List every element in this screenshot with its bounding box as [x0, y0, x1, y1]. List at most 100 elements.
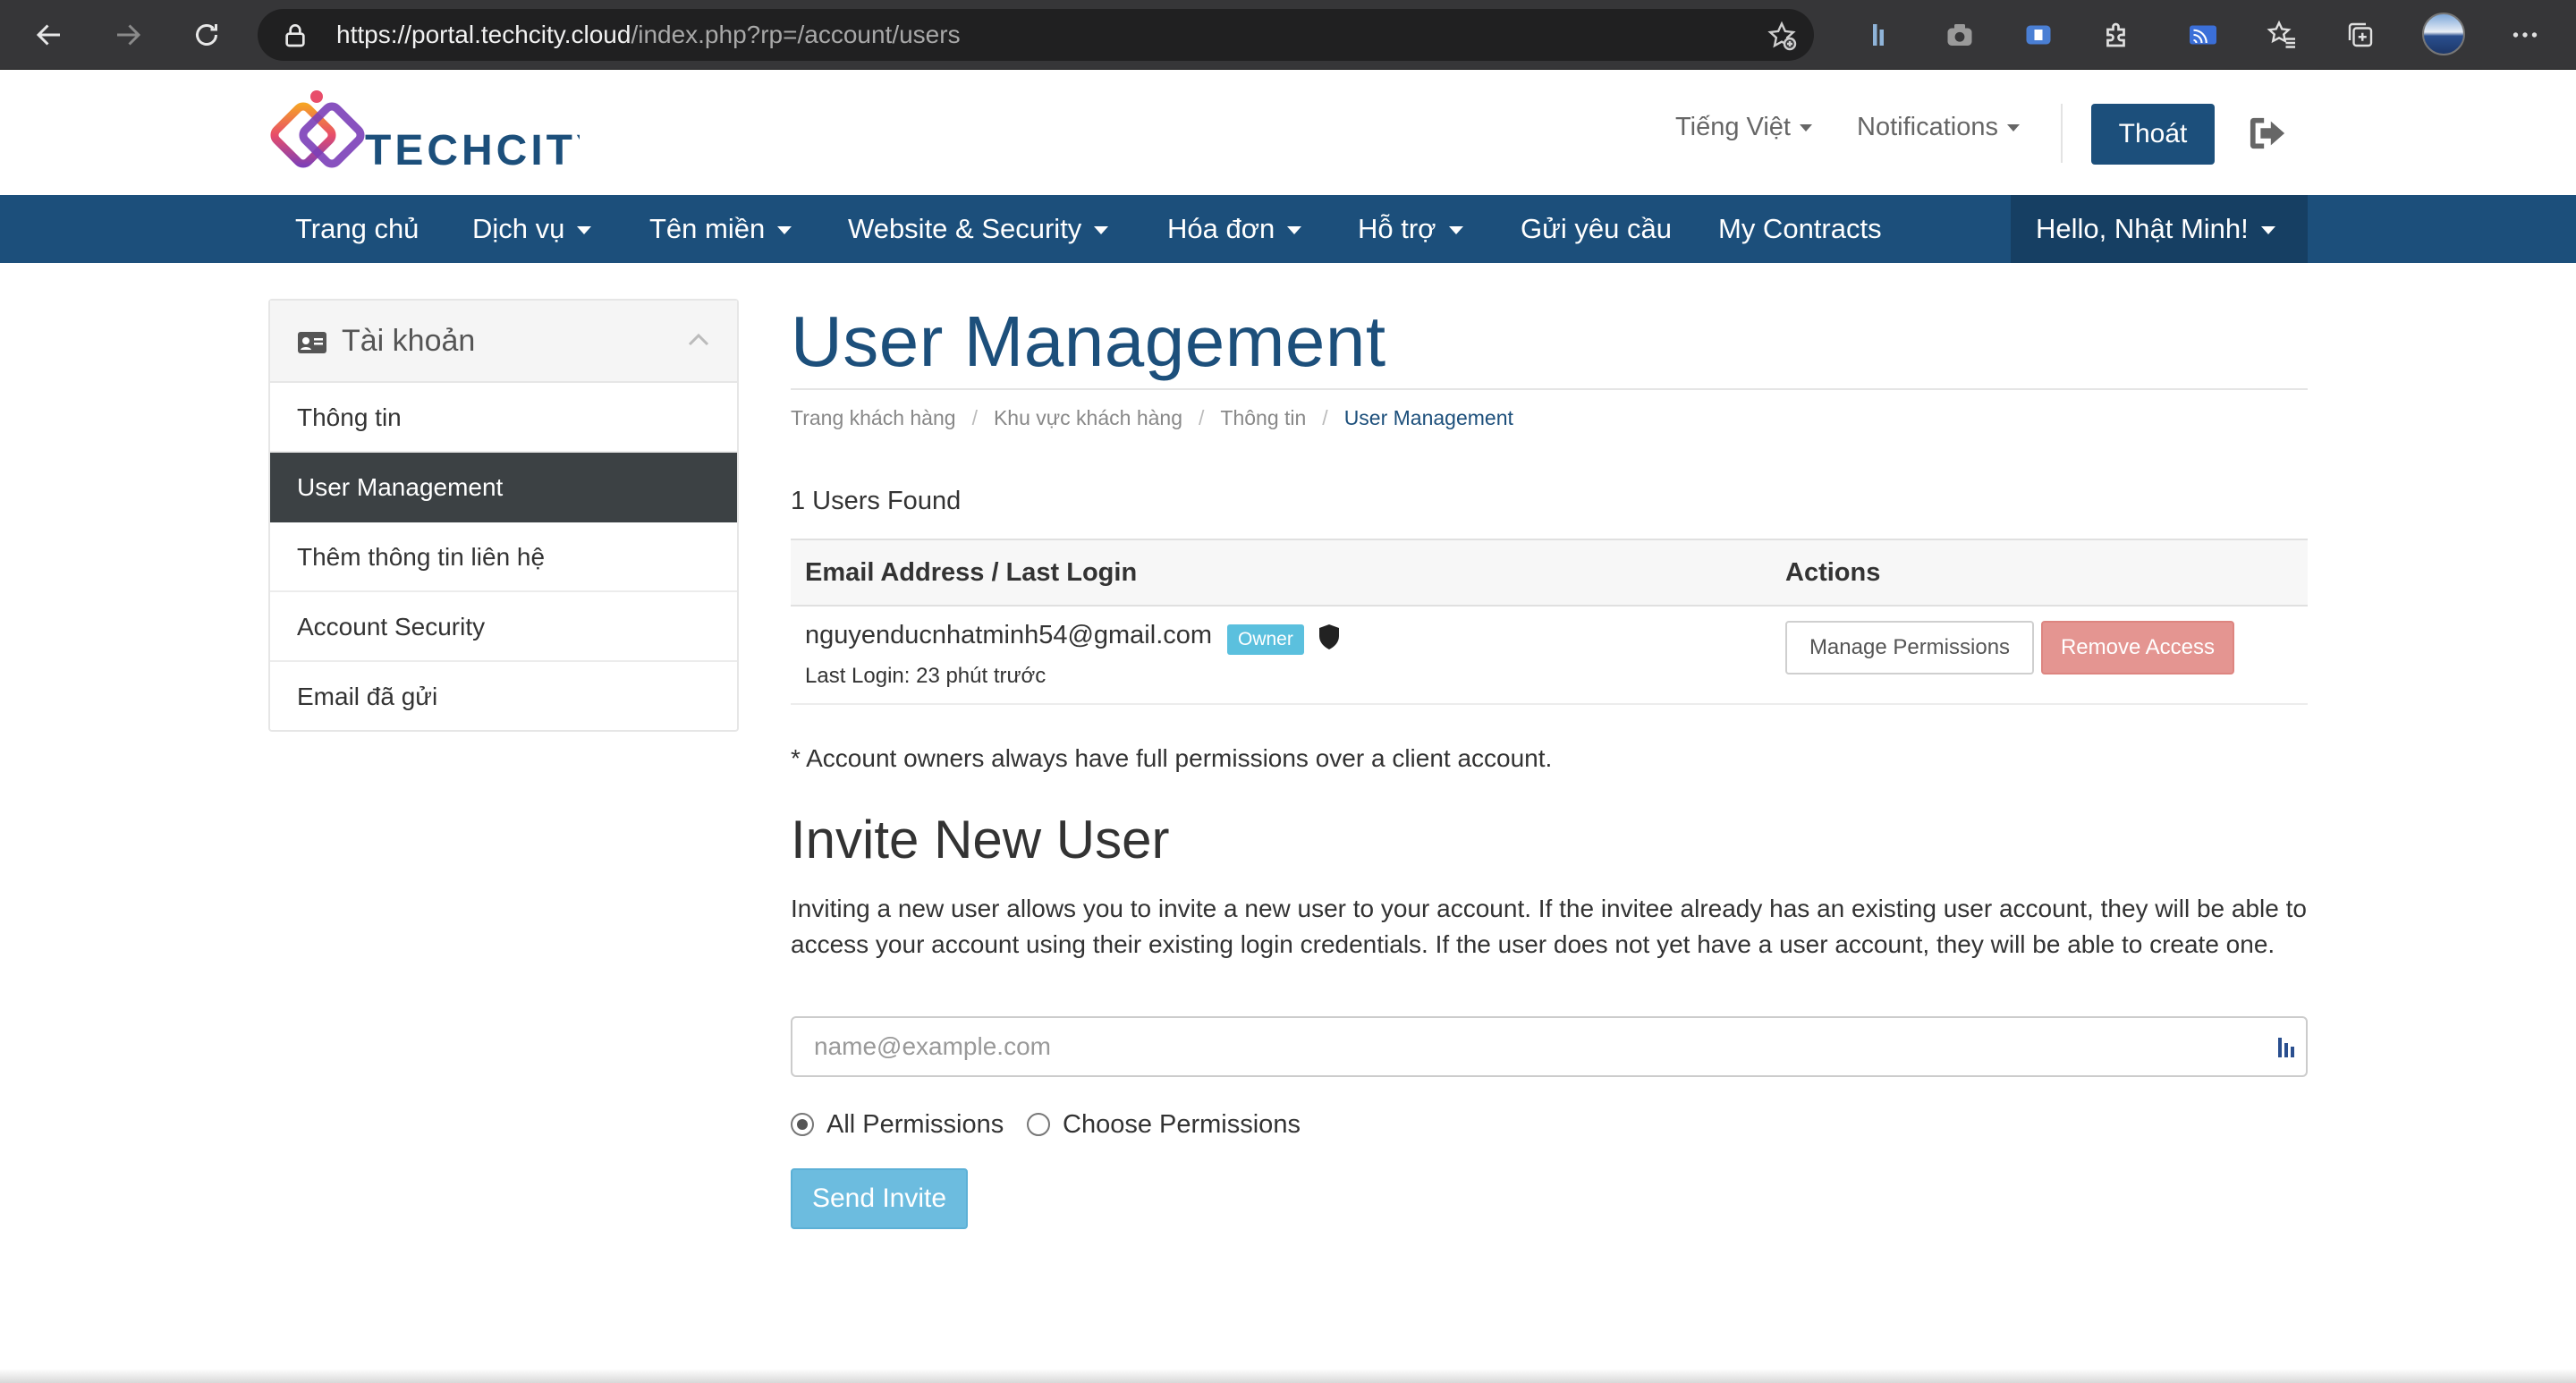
sidebar-item-details[interactable]: Thông tin: [270, 383, 737, 453]
nav-item-my-contracts[interactable]: My Contracts: [1718, 195, 1882, 263]
breadcrumb-separator: /: [1322, 406, 1328, 429]
nav-item-website-security[interactable]: Website & Security: [848, 195, 1109, 263]
breadcrumb: Trang khách hàng / Khu vực khách hàng / Thôn…: [791, 406, 1513, 430]
sidebar-item-user-management[interactable]: User Management: [270, 453, 737, 522]
forward-arrow-icon: [117, 24, 141, 46]
extensions-puzzle-icon[interactable]: [2098, 16, 2136, 54]
nav-label: Tên miền: [649, 213, 766, 244]
back-arrow-icon: [36, 24, 60, 46]
owner-note: * Account owners always have full permis…: [791, 744, 1553, 772]
sidebar-item-emails-sent[interactable]: Email đã gửi: [270, 662, 737, 732]
title-divider: [791, 388, 2308, 390]
notifications-dropdown[interactable]: Notifications: [1857, 113, 2020, 142]
profile-avatar[interactable]: [2422, 13, 2465, 55]
account-sidebar: Tài khoản Thông tin User Management Thêm…: [268, 299, 739, 732]
breadcrumb-item[interactable]: Thông tin: [1220, 406, 1306, 429]
radio-label: Choose Permissions: [1063, 1109, 1301, 1139]
site-header: TECHCITY Tiếng Việt Notifications Thoát: [0, 70, 2576, 195]
table-row: nguyenducnhatminh54@gmail.com Owner Last…: [791, 607, 2308, 705]
sign-out-icon[interactable]: [2247, 115, 2288, 152]
reload-icon: [196, 24, 217, 46]
techcity-logo[interactable]: TECHCITY: [267, 86, 605, 179]
nav-label: Dịch vụ: [472, 213, 565, 244]
star-list-icon: [2267, 20, 2295, 48]
breadcrumb-separator: /: [1199, 406, 1205, 429]
nav-item-open-ticket[interactable]: Gửi yêu cầu: [1521, 195, 1672, 263]
caret-down-icon: [1448, 226, 1463, 235]
column-header-email: Email Address / Last Login: [805, 558, 1138, 587]
puzzle-icon: [2106, 22, 2125, 47]
invite-section-title: Invite New User: [791, 810, 1170, 870]
sidebar-header[interactable]: Tài khoản: [270, 301, 737, 383]
invite-email-input[interactable]: [791, 1016, 2308, 1077]
nav-item-support[interactable]: Hỗ trợ: [1358, 195, 1463, 263]
extension-translate-icon[interactable]: [2020, 16, 2057, 54]
last-login: Last Login: 23 phút trước: [805, 664, 1046, 688]
favorites-icon[interactable]: [2263, 16, 2301, 54]
chevron-up-icon[interactable]: [687, 331, 710, 347]
language-label: Tiếng Việt: [1675, 113, 1791, 141]
caret-down-icon: [1799, 124, 1812, 132]
id-card-icon: [298, 332, 326, 353]
nav-item-billing[interactable]: Hóa đơn: [1167, 195, 1302, 263]
choose-permissions-radio[interactable]: Choose Permissions: [1027, 1109, 1301, 1140]
ellipsis-icon: [2512, 32, 2538, 38]
nav-label: Gửi yêu cầu: [1521, 213, 1672, 244]
user-email: nguyenducnhatminh54@gmail.com: [805, 621, 1213, 649]
table-header: Email Address / Last Login Actions: [791, 539, 2308, 607]
radio-selected-icon: [791, 1113, 814, 1136]
sidebar-title: Tài khoản: [342, 324, 476, 358]
camera-icon: [1947, 24, 1972, 46]
nav-label: Trang chủ: [295, 213, 419, 244]
sidebar-item-add-contact[interactable]: Thêm thông tin liên hệ: [270, 522, 737, 592]
collections-icon[interactable]: [2342, 16, 2379, 54]
nav-label: Hỗ trợ: [1358, 213, 1436, 244]
breadcrumb-item[interactable]: Trang khách hàng: [791, 406, 956, 429]
url-text[interactable]: https://portal.techcity.cloud/index.php?…: [336, 9, 961, 61]
caret-down-icon: [1287, 226, 1302, 235]
language-dropdown[interactable]: Tiếng Việt: [1675, 113, 1812, 142]
breadcrumb-item[interactable]: Khu vực khách hàng: [994, 406, 1182, 429]
add-favorite-icon[interactable]: [1766, 20, 1798, 52]
lock-icon: [285, 24, 305, 47]
extension-bars-icon[interactable]: [1862, 16, 1900, 54]
nav-item-home[interactable]: Trang chủ: [295, 195, 419, 263]
sidebar-item-account-security[interactable]: Account Security: [270, 592, 737, 662]
main-navigation: Trang chủ Dịch vụ Tên miền Website & Sec…: [0, 195, 2576, 263]
user-greeting: Hello, Nhật Minh!: [2036, 195, 2275, 263]
nav-item-services[interactable]: Dịch vụ: [472, 195, 592, 263]
caret-down-icon: [2260, 226, 2275, 235]
manage-permissions-button[interactable]: Manage Permissions: [1785, 621, 2034, 675]
caret-down-icon: [1094, 226, 1109, 235]
bars-icon: [1873, 24, 1884, 46]
translate-icon: [2026, 25, 2051, 45]
owner-badge: Owner: [1227, 624, 1304, 655]
radio-unselected-icon: [1027, 1113, 1050, 1136]
radio-label: All Permissions: [826, 1109, 1004, 1139]
nav-label: Hóa đơn: [1167, 213, 1275, 244]
logout-button[interactable]: Thoát: [2091, 104, 2215, 165]
all-permissions-radio[interactable]: All Permissions: [791, 1109, 1004, 1140]
extension-camera-icon[interactable]: [1941, 16, 1979, 54]
header-divider: [2061, 104, 2063, 163]
remove-access-button[interactable]: Remove Access: [2041, 621, 2234, 675]
caret-down-icon: [577, 226, 592, 235]
send-invite-button[interactable]: Send Invite: [791, 1168, 968, 1229]
reload-button[interactable]: [184, 13, 229, 57]
collections-glyph-icon: [2348, 22, 2373, 47]
extension-cast-icon[interactable]: [2184, 16, 2222, 54]
users-table: Email Address / Last Login Actions nguye…: [791, 539, 2308, 705]
breadcrumb-current: User Management: [1343, 406, 1513, 429]
password-manager-icon[interactable]: [2275, 1034, 2297, 1061]
forward-button[interactable]: [106, 13, 150, 57]
browser-toolbar: https://portal.techcity.cloud/index.php?…: [0, 0, 2576, 70]
nav-item-domains[interactable]: Tên miền: [649, 195, 792, 263]
page-title: User Management: [791, 301, 1386, 381]
cast-icon: [2190, 25, 2216, 45]
address-bar[interactable]: https://portal.techcity.cloud/index.php?…: [258, 9, 1814, 61]
more-menu-icon[interactable]: [2506, 16, 2544, 54]
url-host: https://portal.techcity.cloud: [336, 21, 631, 48]
caret-down-icon: [777, 226, 792, 235]
back-button[interactable]: [27, 13, 72, 57]
user-account-dropdown[interactable]: Hello, Nhật Minh!: [2011, 195, 2308, 263]
